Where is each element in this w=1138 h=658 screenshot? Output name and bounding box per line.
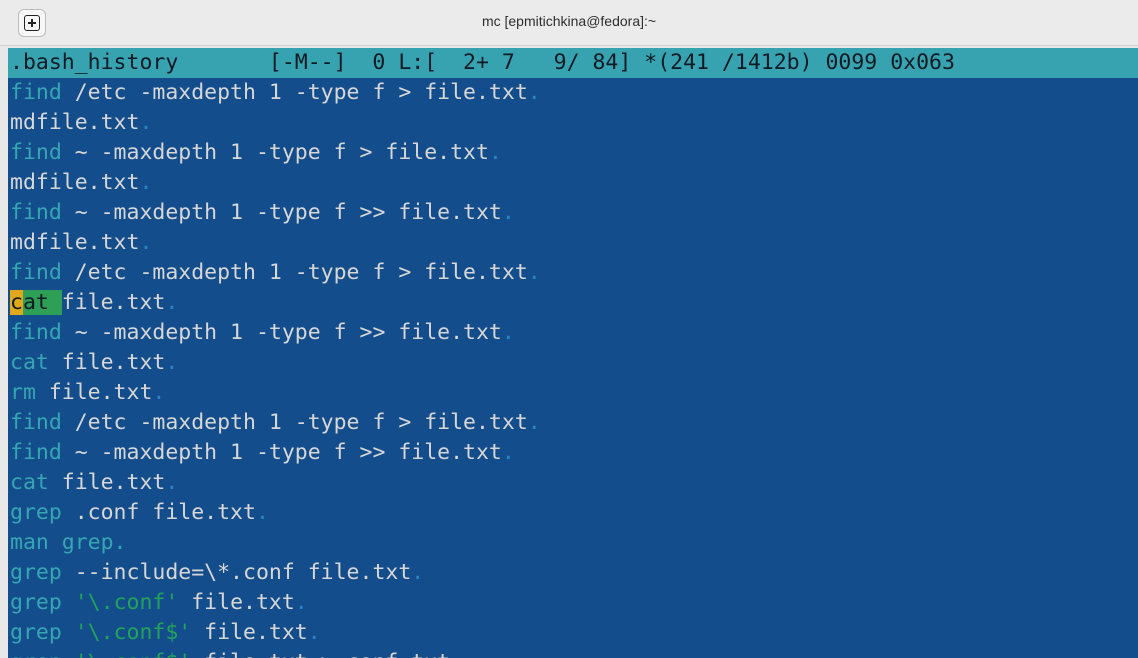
editor-line[interactable]: grep '\.conf$' file.txt. xyxy=(8,618,1138,648)
editor-token: grep xyxy=(10,620,62,645)
editor-status-bar: .bash_history [-M--] 0 L:[ 2+ 7 9/ 84] *… xyxy=(8,48,1138,78)
editor-token: file.txt xyxy=(191,620,308,645)
editor-line[interactable]: find ~ -maxdepth 1 -type f >> file.txt. xyxy=(8,198,1138,228)
editor-token: file.txt xyxy=(61,290,166,315)
editor-line[interactable]: cat file.txt. xyxy=(8,468,1138,498)
editor-token: . xyxy=(165,350,179,375)
editor-token: find xyxy=(10,80,62,105)
editor-token: . xyxy=(501,200,515,225)
editor-token: mdfile.txt xyxy=(10,230,140,255)
editor-token: '\.conf' xyxy=(74,590,179,615)
editor-token: . xyxy=(501,440,515,465)
editor-token: ~ -maxdepth 1 -type f >> file.txt xyxy=(61,200,502,225)
editor-line[interactable]: mdfile.txt. xyxy=(8,228,1138,258)
editor-token: . xyxy=(450,650,463,658)
editor-line[interactable]: mdfile.txt. xyxy=(8,108,1138,138)
editor-token: man grep. xyxy=(10,530,127,555)
editor-line[interactable]: find ~ -maxdepth 1 -type f >> file.txt. xyxy=(8,438,1138,468)
editor-token: '\.conf$' xyxy=(74,620,192,645)
editor-token: c xyxy=(10,290,23,315)
editor-token: rm xyxy=(10,380,36,405)
terminal-area[interactable]: .bash_history [-M--] 0 L:[ 2+ 7 9/ 84] *… xyxy=(8,48,1138,658)
editor-token: '\.conf$' xyxy=(75,650,192,658)
editor-token: mdfile.txt xyxy=(10,170,140,195)
editor-line[interactable]: rm file.txt. xyxy=(8,378,1138,408)
editor-token: file.txt xyxy=(35,380,153,405)
editor-token: find xyxy=(10,410,62,435)
window-title: mc [epmitichkina@fedora]:~ xyxy=(481,13,657,29)
window-titlebar: mc [epmitichkina@fedora]:~ xyxy=(0,0,1138,46)
editor-line[interactable]: cat file.txt. xyxy=(8,348,1138,378)
editor-token: . xyxy=(501,320,515,345)
editor-token: . xyxy=(139,170,153,195)
editor-token: file.txt > conf.txt xyxy=(191,650,450,658)
editor-token: . xyxy=(411,560,425,585)
editor-line[interactable]: grep '\.conf' file.txt. xyxy=(8,588,1138,618)
editor-line[interactable]: grep --include=\*.conf file.txt. xyxy=(8,558,1138,588)
editor-line[interactable]: cat file.txt. xyxy=(8,288,1138,318)
editor-token xyxy=(62,590,75,615)
editor-line[interactable]: find ~ -maxdepth 1 -type f > file.txt. xyxy=(8,138,1138,168)
editor-line[interactable]: find /etc -maxdepth 1 -type f > file.txt… xyxy=(8,408,1138,438)
editor-token: find xyxy=(10,440,62,465)
editor-token: . xyxy=(294,590,308,615)
editor-token xyxy=(62,650,75,658)
editor-token: /etc -maxdepth 1 -type f > file.txt xyxy=(61,80,528,105)
editor-line[interactable]: grep .conf file.txt. xyxy=(8,498,1138,528)
editor-token: . xyxy=(165,470,179,495)
editor-token: . xyxy=(307,620,321,645)
editor-token: . xyxy=(255,500,269,525)
editor-line[interactable]: find /etc -maxdepth 1 -type f > file.txt… xyxy=(8,78,1138,108)
editor-token: . xyxy=(527,260,541,285)
editor-token: grep xyxy=(10,560,62,585)
editor-token: .conf file.txt xyxy=(61,500,256,525)
editor-token: file.txt xyxy=(178,590,295,615)
editor-token: file.txt xyxy=(48,470,166,495)
editor-token: grep xyxy=(10,590,62,615)
editor-token: find xyxy=(10,320,62,345)
editor-token: grep xyxy=(10,500,62,525)
editor-token: grep xyxy=(10,650,62,658)
editor-line[interactable]: find /etc -maxdepth 1 -type f > file.txt… xyxy=(8,258,1138,288)
editor-token xyxy=(62,620,75,645)
editor-token: --include=\*.conf file.txt xyxy=(61,560,412,585)
editor-token: . xyxy=(527,410,541,435)
editor-text-area[interactable]: find /etc -maxdepth 1 -type f > file.txt… xyxy=(8,78,1138,658)
editor-line[interactable]: grep '\.conf$' file.txt > conf.txt. xyxy=(8,648,1138,658)
editor-token: . xyxy=(165,290,179,315)
editor-token: . xyxy=(139,230,153,255)
editor-line[interactable]: mdfile.txt. xyxy=(8,168,1138,198)
editor-token: /etc -maxdepth 1 -type f > file.txt xyxy=(61,410,528,435)
editor-token: find xyxy=(10,200,62,225)
editor-token: cat xyxy=(10,470,49,495)
editor-token: at xyxy=(22,290,62,315)
editor-token: . xyxy=(152,380,166,405)
editor-token: mdfile.txt xyxy=(10,110,140,135)
editor-token: ~ -maxdepth 1 -type f >> file.txt xyxy=(61,440,502,465)
editor-token: . xyxy=(139,110,153,135)
editor-token: cat xyxy=(10,350,49,375)
editor-token: /etc -maxdepth 1 -type f > file.txt xyxy=(61,260,528,285)
editor-token: find xyxy=(10,140,62,165)
editor-token: ~ -maxdepth 1 -type f > file.txt xyxy=(61,140,489,165)
editor-token: find xyxy=(10,260,62,285)
editor-token: . xyxy=(527,80,541,105)
editor-line[interactable]: man grep. xyxy=(8,528,1138,558)
editor-token: file.txt xyxy=(48,350,166,375)
editor-token: . xyxy=(488,140,502,165)
editor-token: ~ -maxdepth 1 -type f >> file.txt xyxy=(61,320,502,345)
editor-line[interactable]: find ~ -maxdepth 1 -type f >> file.txt. xyxy=(8,318,1138,348)
